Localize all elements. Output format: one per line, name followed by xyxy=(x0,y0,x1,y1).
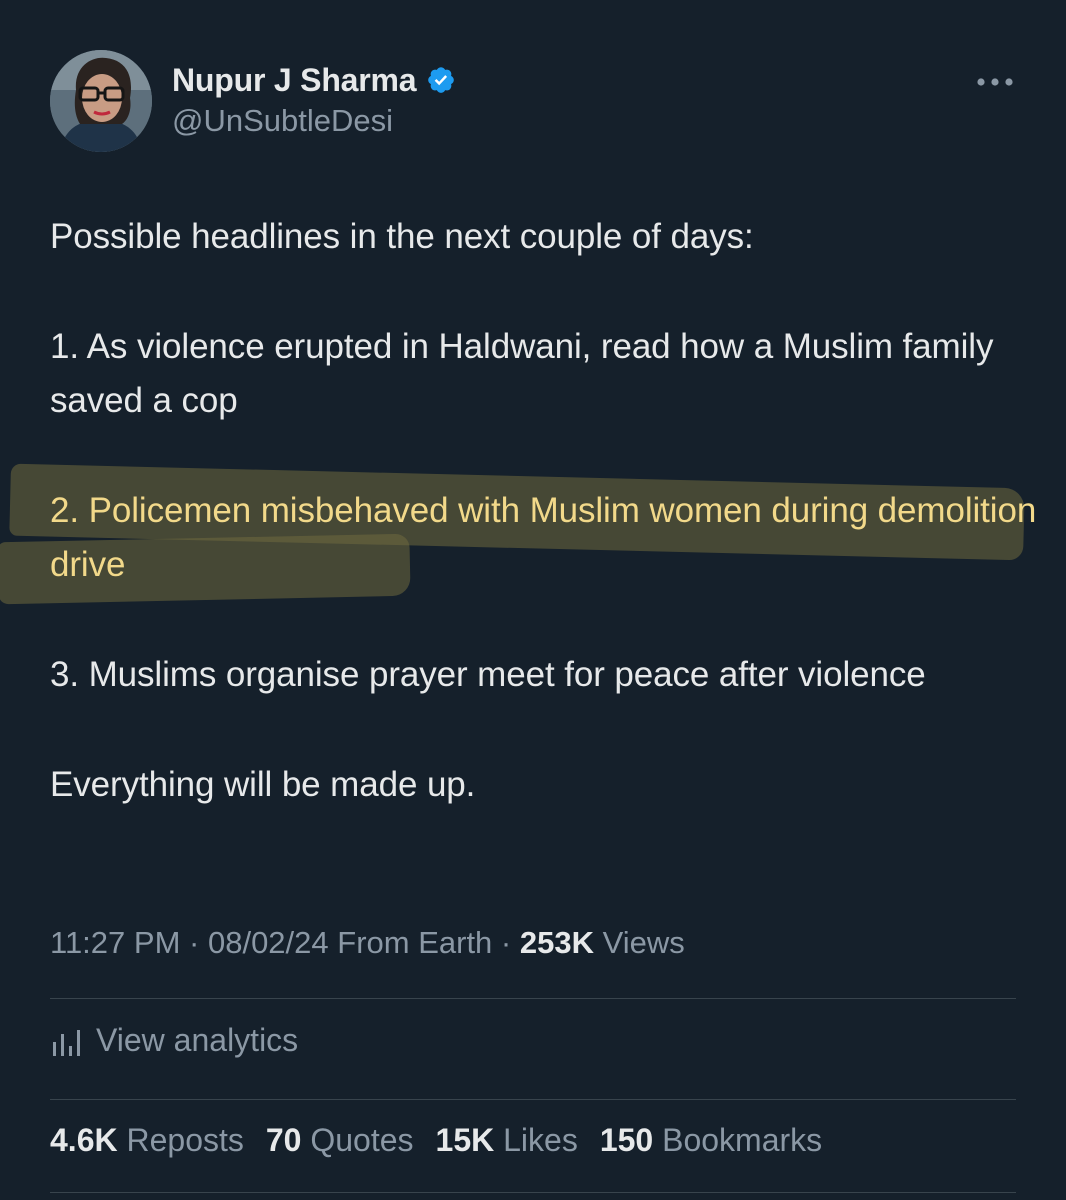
tweet-closing: Everything will be made up. xyxy=(50,765,476,804)
tweet-source: From Earth xyxy=(337,925,493,960)
tweet-text: Possible headlines in the next couple of… xyxy=(0,210,1040,868)
author-handle[interactable]: @UnSubtleDesi xyxy=(172,103,393,139)
reposts-label: Reposts xyxy=(126,1122,244,1158)
bookmarks-label: Bookmarks xyxy=(662,1122,823,1158)
headline-item-3: 3. Muslims organise prayer meet for peac… xyxy=(50,655,926,694)
bookmarks-stat[interactable]: 150 Bookmarks xyxy=(600,1122,822,1159)
views-count: 253K xyxy=(519,925,594,960)
meta-separator: · xyxy=(500,925,512,960)
quotes-label: Quotes xyxy=(310,1122,414,1158)
reposts-stat[interactable]: 4.6K Reposts xyxy=(50,1122,244,1159)
analytics-bars-icon xyxy=(53,1029,80,1056)
likes-stat[interactable]: 15K Likes xyxy=(436,1122,578,1159)
tweet-intro: Possible headlines in the next couple of… xyxy=(50,217,754,256)
verified-badge-icon[interactable] xyxy=(426,65,456,95)
divider xyxy=(50,998,1016,999)
headline-item-2-highlighted: 2. Policemen misbehaved with Muslim wome… xyxy=(0,463,1040,605)
view-analytics-label: View analytics xyxy=(96,1022,299,1058)
view-analytics-button[interactable]: View analytics xyxy=(50,1022,298,1059)
author-name-row: Nupur J Sharma xyxy=(172,60,456,100)
tweet-detail: Nupur J Sharma @UnSubtleDesi Possible he… xyxy=(0,0,1066,1200)
divider xyxy=(50,1099,1016,1100)
divider xyxy=(50,1192,1016,1193)
display-name[interactable]: Nupur J Sharma xyxy=(172,62,417,99)
headline-item-1: 1. As violence erupted in Haldwani, read… xyxy=(50,327,994,420)
reposts-count: 4.6K xyxy=(50,1122,118,1158)
avatar[interactable] xyxy=(50,50,152,152)
engagement-stats: 4.6K Reposts 70 Quotes 15K Likes 150 Boo… xyxy=(50,1122,822,1159)
bookmarks-count: 150 xyxy=(599,1122,654,1158)
tweet-date[interactable]: 08/02/24 xyxy=(208,925,329,960)
views-label: Views xyxy=(602,925,685,960)
more-options-button[interactable] xyxy=(970,62,1020,102)
quotes-count: 70 xyxy=(265,1122,302,1158)
likes-count: 15K xyxy=(435,1122,495,1158)
quotes-stat[interactable]: 70 Quotes xyxy=(266,1122,414,1159)
tweet-time[interactable]: 11:27 PM xyxy=(50,925,180,960)
likes-label: Likes xyxy=(503,1122,578,1158)
meta-separator: · xyxy=(189,925,200,960)
avatar-image xyxy=(50,50,152,152)
more-dots-icon xyxy=(977,78,1013,86)
tweet-meta: 11:27 PM · 08/02/24 From Earth · 253K Vi… xyxy=(50,925,685,961)
